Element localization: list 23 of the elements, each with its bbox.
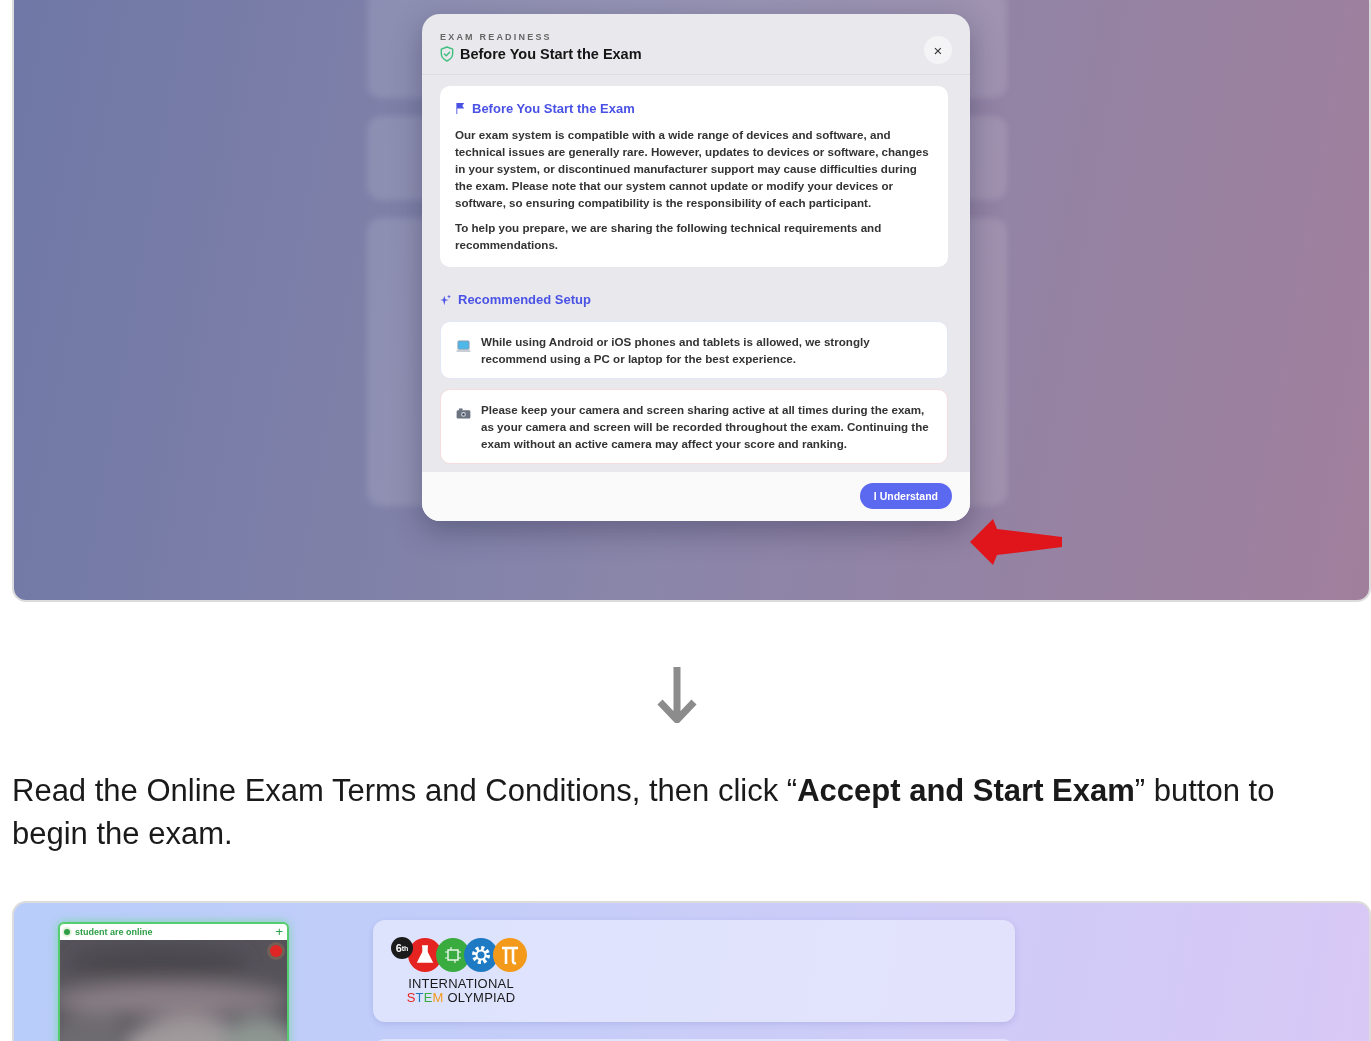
section-title: Recommended Setup bbox=[458, 292, 591, 307]
down-arrow bbox=[657, 665, 697, 723]
paragraph: To help you prepare, we are sharing the following technical requirements and recommendations. bbox=[455, 220, 883, 253]
recommendation-text: While using Android or iOS phones and tablets is allowed, we strongly recommend using a PC or laptop for the best experience. bbox=[481, 334, 871, 367]
eyebrow-label: EXAM READINESS bbox=[440, 32, 553, 42]
flag-icon bbox=[455, 102, 466, 115]
sparkle-icon bbox=[440, 293, 452, 306]
modal-title: Before You Start the Exam bbox=[460, 46, 642, 62]
card-title: Before You Start the Exam bbox=[472, 101, 635, 116]
logo-text: STEM OLYMPIAD bbox=[406, 991, 516, 1005]
edition-badge: 6$^{th}$ bbox=[391, 937, 413, 959]
status-dot bbox=[64, 929, 70, 935]
paragraph: Our exam system is compatible with a wide range of devices and software, and technical issues are generally rare. However, updates to devices or software, changes in your system, or discontinued manufacturer support may cause difficulties during the exam. Please note that our system cannot update or modify your devices or software, so ensuring compatibility is the responsibility of each participant. bbox=[455, 127, 930, 211]
recommendation-text: Please keep your camera and screen sharing active at all times during the exam, as your camera and screen will be recorded throughout the exam. Continuing the exam without an active camera may affect your score and ranking. bbox=[481, 402, 930, 452]
laptop-icon bbox=[456, 340, 471, 353]
understand-button[interactable]: I Understand bbox=[859, 483, 952, 509]
shield-check-icon bbox=[440, 46, 454, 62]
camera-icon bbox=[456, 408, 471, 419]
status-label: student are online bbox=[75, 927, 154, 937]
expand-button[interactable]: + bbox=[275, 926, 283, 938]
instruction-text: Read the Online Exam Terms and Conditions, then click “Accept and Start Exam” button to begin the exam. bbox=[12, 772, 1276, 853]
logo-text: INTERNATIONAL bbox=[408, 977, 514, 991]
close-button[interactable]: × bbox=[924, 36, 952, 64]
